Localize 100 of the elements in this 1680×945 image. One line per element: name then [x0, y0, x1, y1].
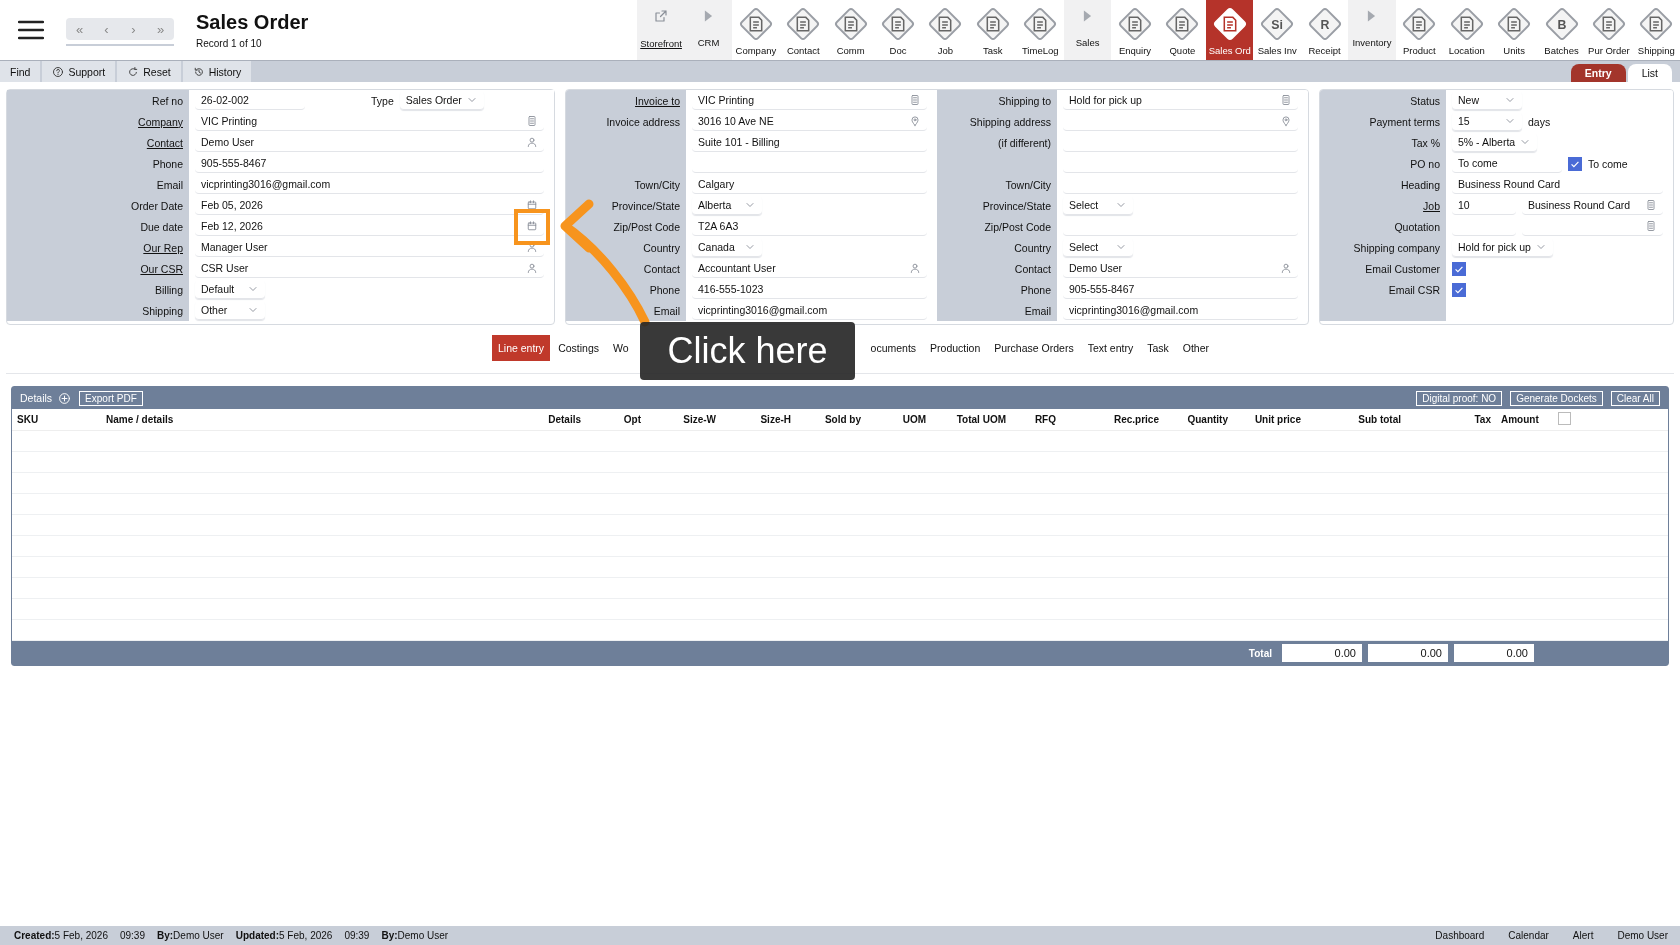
text-field[interactable]: Accountant User [692, 259, 927, 278]
callout-tooltip: Click here [640, 322, 855, 380]
menu-button[interactable]: History [182, 61, 252, 82]
column-header: Unit price [1253, 414, 1302, 425]
text-field[interactable]: Demo User [195, 133, 544, 152]
menu-icon[interactable] [18, 20, 44, 40]
text-field[interactable]: VIC Printing [692, 91, 927, 110]
section-toggle[interactable]: CRM [684, 0, 733, 60]
dropdown[interactable]: New [1452, 91, 1522, 110]
text-field[interactable]: Manager User [195, 238, 544, 257]
field-link[interactable]: Company [138, 115, 183, 128]
dropdown[interactable]: Alberta [692, 196, 762, 215]
field-link[interactable]: Contact [146, 136, 183, 149]
toolbar-button[interactable]: Shipping [1632, 0, 1680, 60]
toolbar-button[interactable]: Digital proof: NO [1416, 390, 1503, 406]
toolbar-button[interactable]: TimeLog [1016, 0, 1064, 60]
detail-tab[interactable]: Production [924, 335, 987, 361]
menu-button[interactable]: Reset [117, 61, 181, 82]
footer-link[interactable]: Dashboard [1423, 926, 1497, 945]
checkbox[interactable] [1452, 261, 1466, 276]
toolbar-button[interactable]: Product [1395, 0, 1444, 60]
toolbar-button[interactable]: Clear All [1610, 390, 1660, 406]
text-field[interactable]: Demo User [1063, 259, 1298, 278]
text-field[interactable]: Hold for pick up [1063, 91, 1298, 110]
field-link[interactable]: Our Rep [143, 241, 183, 254]
toolbar-button[interactable]: Si Sales Inv [1253, 0, 1301, 60]
text-field[interactable]: T2A 6A3 [692, 217, 927, 236]
text-field[interactable]: 26-02-002 [195, 91, 305, 110]
text-field[interactable]: vicprinting3016@gmail.com [1063, 301, 1298, 320]
toolbar-button[interactable]: Sales Ord [1206, 0, 1254, 60]
text-field[interactable]: 3016 10 Ave NE [692, 112, 927, 131]
toolbar-button[interactable]: Doc [874, 0, 922, 60]
footer-link[interactable]: Alert [1560, 926, 1606, 945]
toolbar-button[interactable]: Units [1490, 0, 1538, 60]
toolbar-button[interactable]: Location [1443, 0, 1491, 60]
dropdown[interactable]: Canada [692, 238, 762, 257]
toolbar-button[interactable]: R Receipt [1300, 0, 1349, 60]
person-icon [909, 262, 921, 274]
footer-link[interactable]: Calendar [1496, 926, 1561, 945]
menu-button[interactable]: Find [0, 61, 41, 82]
toolbar-button[interactable]: Storefront [637, 0, 685, 60]
footer-link[interactable]: Demo User [1605, 926, 1680, 945]
toolbar-button[interactable]: Pur Order [1585, 0, 1633, 60]
text-field[interactable]: 905-555-8467 [195, 154, 544, 173]
view-tab[interactable]: Entry [1570, 64, 1626, 82]
checkbox[interactable] [1568, 156, 1582, 171]
detail-tab[interactable]: Task [1141, 335, 1175, 361]
detail-tab[interactable]: ocuments [864, 335, 923, 361]
field-label: Billing [155, 283, 183, 296]
dropdown[interactable]: 15 [1452, 112, 1522, 131]
field-label: Email [156, 178, 183, 191]
person-icon [1280, 262, 1292, 274]
detail-tab[interactable]: Other [1176, 335, 1216, 361]
menu-button[interactable]: Support [42, 61, 116, 82]
dropdown[interactable]: Default [195, 280, 265, 299]
text-field[interactable]: vicprinting3016@gmail.com [195, 175, 544, 194]
text-field[interactable]: 10 [1452, 196, 1516, 215]
toolbar-button[interactable]: Export PDF [79, 390, 143, 406]
text-field[interactable]: Suite 101 - Billing [692, 133, 927, 152]
toolbar-button[interactable]: Task [969, 0, 1017, 60]
text-field[interactable]: Calgary [692, 175, 927, 194]
text-field[interactable]: CSR User [195, 259, 544, 278]
field-link[interactable]: Job [1423, 199, 1440, 212]
checkbox[interactable] [1558, 412, 1571, 425]
field-label: Type [371, 94, 394, 107]
detail-tab[interactable]: Costings [552, 335, 605, 361]
dropdown[interactable]: 5% - Alberta [1452, 133, 1538, 152]
detail-tab[interactable]: Wo [607, 335, 635, 361]
text-field[interactable]: 905-555-8467 [1063, 280, 1298, 299]
text-field[interactable]: Feb 05, 2026 [195, 196, 544, 215]
toolbar-button[interactable]: Comm [826, 0, 875, 60]
toolbar-button[interactable]: Quote [1158, 0, 1207, 60]
section-toggle[interactable]: Inventory [1348, 0, 1396, 60]
text-field[interactable]: 416-555-1023 [692, 280, 927, 299]
text-field[interactable]: vicprinting3016@gmail.com [692, 301, 927, 320]
text-field[interactable]: Business Round Card [1452, 175, 1663, 194]
text-field[interactable]: VIC Printing [195, 112, 544, 131]
detail-tab[interactable]: Text entry [1081, 335, 1140, 361]
detail-tab[interactable]: Line entry [492, 335, 551, 361]
field-link[interactable]: Our CSR [140, 262, 183, 275]
toolbar-button[interactable]: Job [921, 0, 970, 60]
dropdown[interactable]: Select [1063, 196, 1133, 215]
toolbar-button[interactable]: Contact [779, 0, 827, 60]
checkbox[interactable] [1452, 282, 1466, 297]
dropdown[interactable]: Select [1063, 238, 1133, 257]
field-label: Email Customer [1365, 262, 1440, 275]
toolbar-button[interactable]: Enquiry [1111, 0, 1159, 60]
view-tab[interactable]: List [1627, 64, 1672, 82]
dropdown[interactable]: Sales Order [399, 91, 484, 110]
toolbar-button[interactable]: B Batches [1537, 0, 1586, 60]
dropdown[interactable]: Other [195, 301, 265, 320]
toolbar-button[interactable]: Company [732, 0, 780, 60]
section-toggle[interactable]: Sales [1063, 0, 1112, 60]
text-field[interactable]: To come [1452, 154, 1562, 173]
toolbar-button[interactable]: Generate Dockets [1510, 390, 1603, 406]
dropdown[interactable]: Hold for pick up [1452, 238, 1553, 257]
detail-tab[interactable]: Purchase Orders [988, 335, 1080, 361]
text-field[interactable]: Business Round Card [1522, 196, 1663, 215]
field-link[interactable]: Invoice to [635, 94, 680, 107]
text-field[interactable]: Feb 12, 2026 [195, 217, 544, 236]
